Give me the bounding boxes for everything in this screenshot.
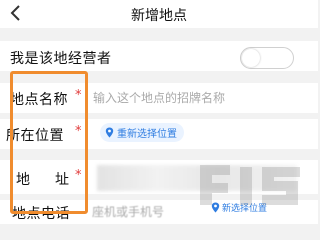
address-input[interactable] [97,165,297,191]
page-title: 新增地点 [131,8,187,24]
place-name-input[interactable]: 输入这个地点的招牌名称 [93,89,225,106]
reselect-position-label: 重新选择位置 [117,129,177,140]
owner-toggle[interactable] [240,47,294,69]
nav-bar: 新增地点 [0,0,318,28]
location-pin-icon [211,202,220,213]
reselect-tag[interactable]: 新选择位置 [208,201,271,214]
phone-input[interactable]: 座机或手机号 [92,203,164,220]
owner-label: 我是该地经营者 [10,51,112,67]
highlight-box [10,71,88,214]
toggle-knob [242,49,260,67]
reselect-position-button[interactable]: 重新选择位置 [100,123,184,142]
owner-row: 我是该地经营者 [0,41,318,71]
reselect-tag-label: 新选择位置 [222,204,268,214]
location-pin-icon [105,127,114,138]
